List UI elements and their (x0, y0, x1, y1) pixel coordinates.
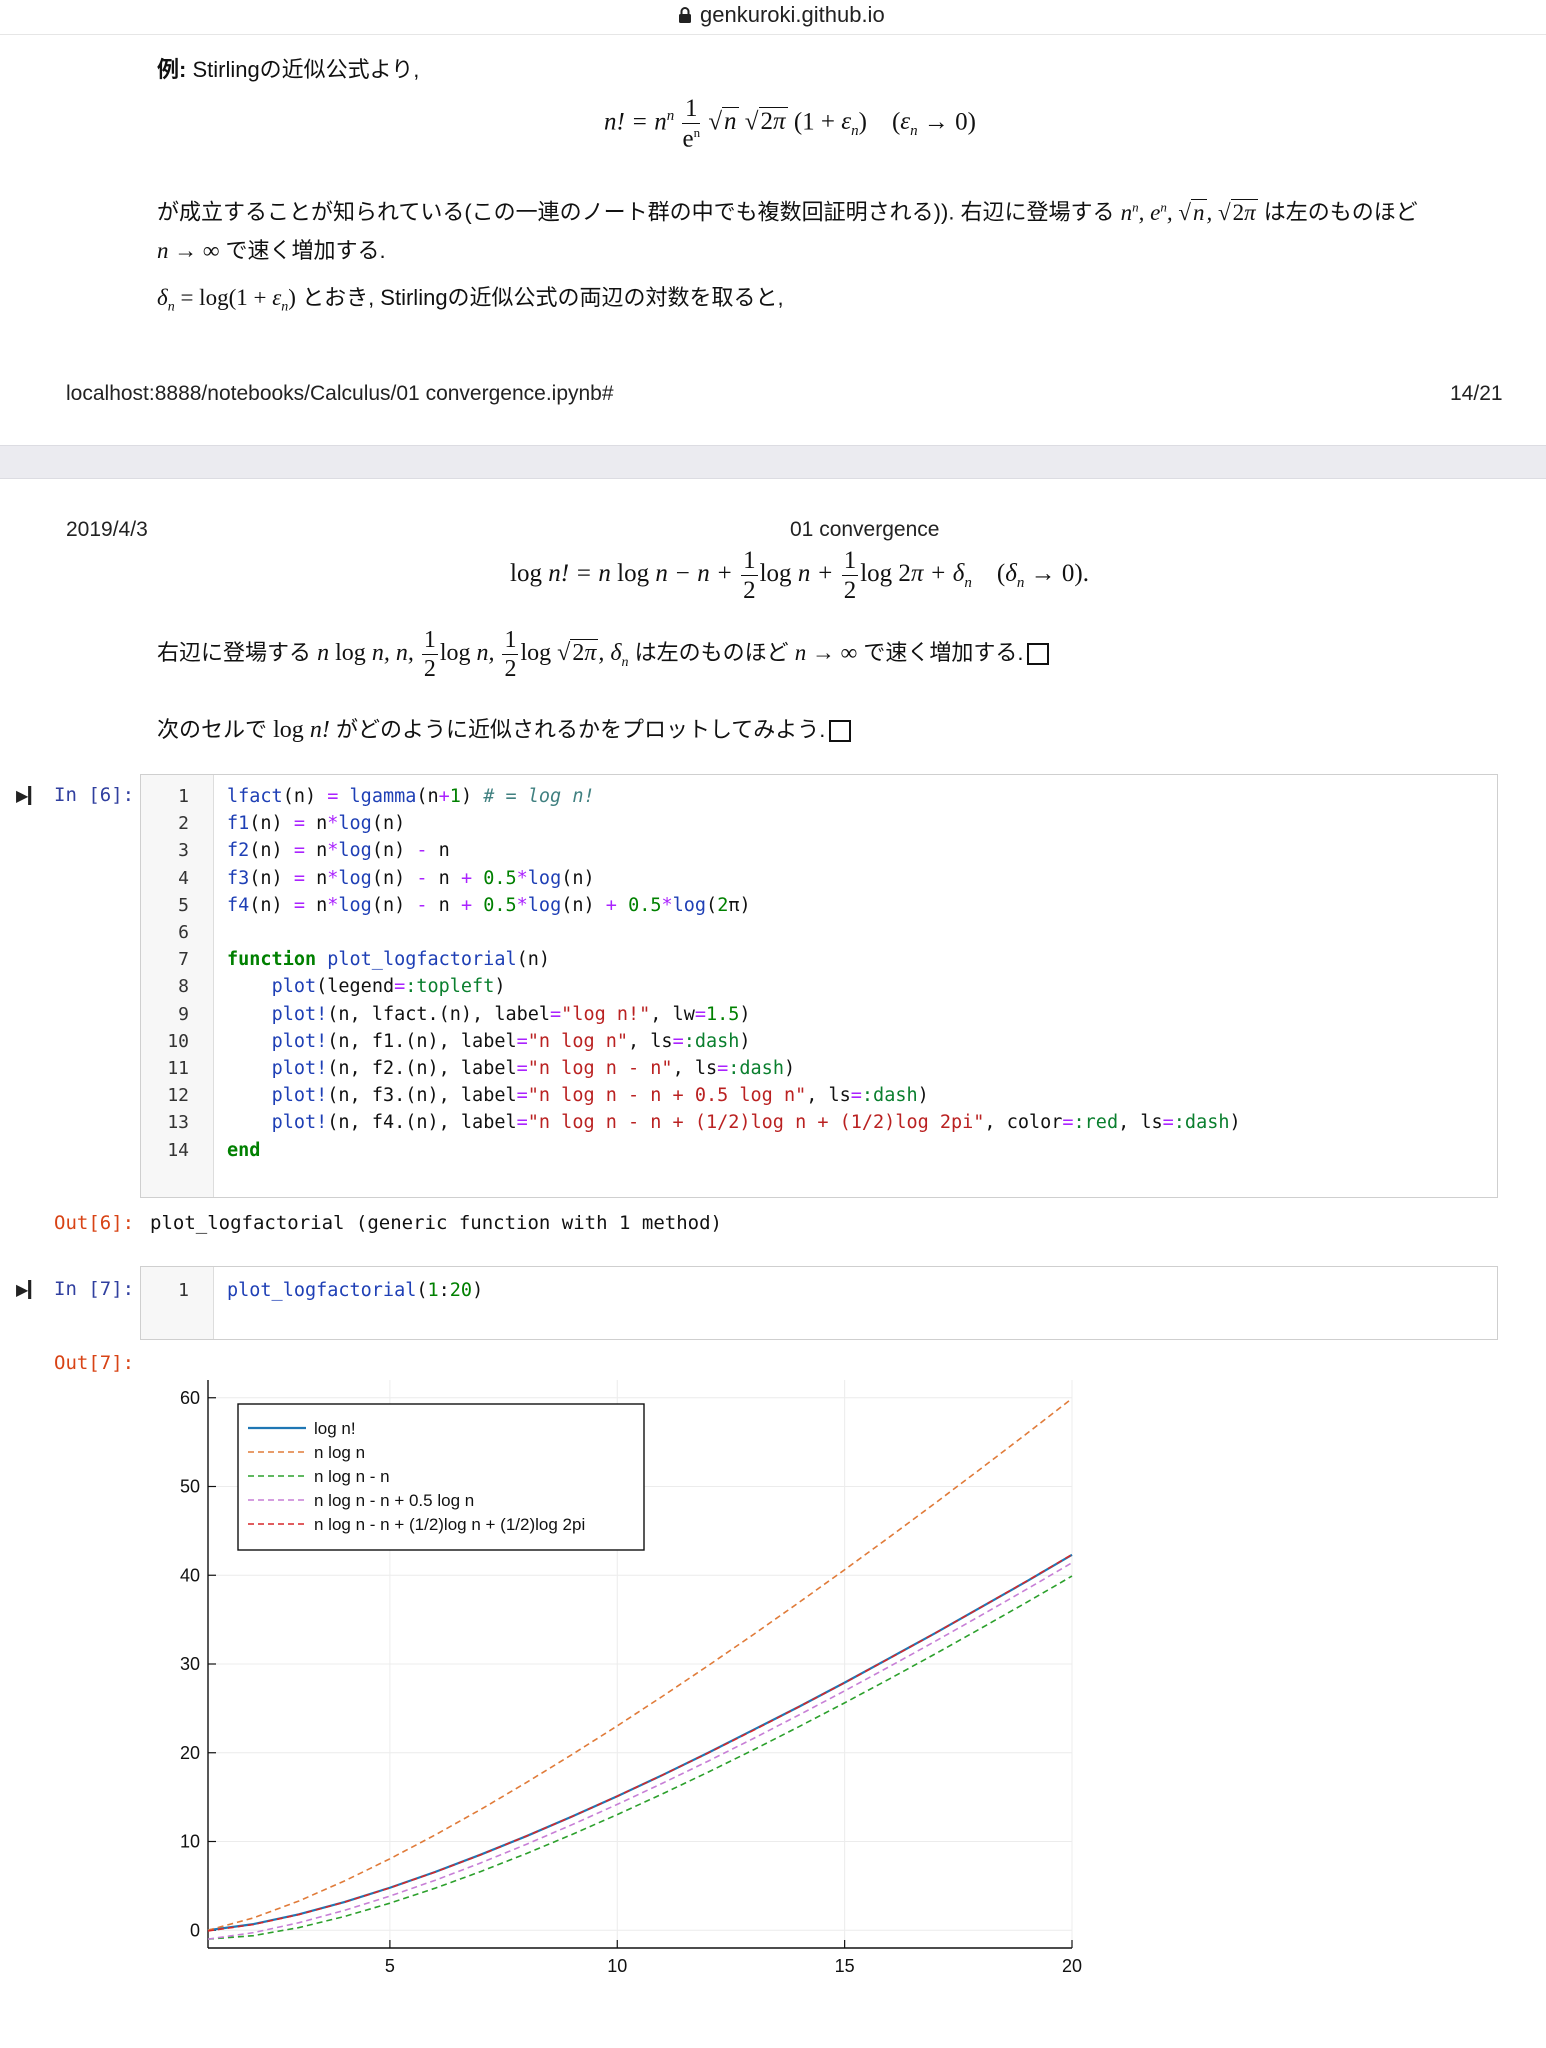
browser-url-bar[interactable]: genkuroki.github.io (0, 0, 1546, 35)
line-number: 8 (178, 976, 189, 998)
y-tick-label: 60 (180, 1388, 200, 1408)
page-separator (0, 445, 1546, 479)
y-tick-label: 40 (180, 1565, 200, 1585)
line-gutter-2: 1 (141, 1267, 214, 1339)
x-tick-label: 15 (835, 1956, 855, 1976)
line-number: 1 (178, 786, 189, 807)
line-number: 12 (167, 1085, 189, 1107)
footer-page-number: 14/21 (1450, 382, 1503, 405)
stirling-formula: n! = nn 1 en √n √2π (1 + εn) (εn → 0) (604, 95, 976, 153)
para-terms-tail2: で速く増加する. (863, 640, 1024, 666)
para-terms-tail: は左のものほど (634, 640, 789, 666)
series-line-1 (207, 1553, 1073, 1932)
code-text: lfact(n) = lgamma(n+1) # = log n! f1(n) … (227, 786, 1241, 1161)
series-line-4 (207, 1562, 1073, 1940)
line-number: 4 (178, 867, 189, 889)
y-tick-label: 20 (180, 1743, 200, 1763)
qed-box (1027, 643, 1050, 666)
header-title: 01 convergence (790, 518, 940, 541)
y-tick-label: 30 (180, 1654, 200, 1674)
x-tick-label: 10 (607, 1956, 627, 1976)
lock-icon (679, 7, 691, 23)
line-number: 11 (167, 1058, 189, 1080)
line-number: 13 (167, 1112, 189, 1134)
header-date: 2019/4/3 (66, 518, 148, 541)
line-number: 5 (178, 894, 189, 916)
line-number: 3 (178, 840, 189, 862)
line-number: 2 (178, 813, 189, 835)
run-cell-icon-2[interactable]: ▶▎ (16, 1280, 41, 1300)
para-terms-prefix: 右辺に登場する (157, 640, 312, 666)
legend-entry: n log n - n (314, 1467, 390, 1486)
run-cell-icon[interactable]: ▶▎ (16, 786, 41, 806)
line-number: 14 (167, 1139, 189, 1161)
series-line-5 (207, 1553, 1073, 1932)
cell-prompt-out7: Out[7]: (54, 1352, 135, 1374)
legend-entry: n log n (314, 1443, 365, 1462)
cell-prompt-in6: In [6]: (54, 784, 135, 806)
paragraph-delta: δn = log(1 + εn) とおき, Stirlingの近似公式の両辺の対… (157, 285, 784, 315)
para-text-line2: で速く増加する. (225, 237, 386, 263)
code-text-2: plot_logfactorial(1:20) (227, 1280, 484, 1301)
para-text-tail: は左のものほど (1263, 199, 1418, 225)
footer-url: localhost:8888/notebooks/Calculus/01 con… (66, 382, 614, 405)
legend-entry: log n! (314, 1419, 356, 1438)
cell-prompt-in7: In [7]: (54, 1278, 135, 1300)
cell-output-text: plot_logfactorial (generic function with… (150, 1212, 722, 1234)
y-tick-label: 50 (180, 1477, 200, 1497)
paragraph-growth: が成立することが知られている(この一連のノート群の中でも複数回証明される)). … (157, 198, 1418, 263)
line-number: 9 (178, 1003, 189, 1025)
qed-box-2 (829, 720, 852, 743)
code-cell-in7[interactable]: 1 plot_logfactorial(1:20) (140, 1266, 1498, 1340)
x-tick-label: 5 (385, 1956, 395, 1976)
y-tick-label: 0 (190, 1920, 200, 1940)
para-delta-text: とおき, Stirlingの近似公式の両辺の対数を取ると, (302, 285, 784, 310)
paragraph-plot-intro: 次のセルで log n! がどのように近似されるかをプロットしてみよう. (157, 712, 852, 744)
code-editor[interactable]: lfact(n) = lgamma(n+1) # = log n! f1(n) … (214, 775, 1497, 1197)
log-stirling-formula: log n! = n log n − n + 1 2 log n + 1 2 log 2… (510, 547, 1089, 604)
series-line-3 (207, 1575, 1073, 1940)
paragraph-terms: 右辺に登場する n log n, n, 1 2 log n, 1 2 log √2π, … (157, 628, 1050, 681)
line-gutter: 1 2 3 4 5 6 7 8 9 10 11 12 13 14 (141, 775, 214, 1197)
browser-url: genkuroki.github.io (700, 2, 885, 27)
cell-prompt-out6: Out[6]: (54, 1212, 135, 1234)
para-text: が成立することが知られている(この一連のノート群の中でも複数回証明される)). … (157, 199, 1115, 225)
code-editor-2[interactable]: plot_logfactorial(1:20) (214, 1267, 1497, 1339)
para-plot-tail: がどのように近似されるかをプロットしてみよう. (335, 717, 826, 742)
line-number: 7 (178, 949, 189, 971)
example-label: 例: (157, 57, 187, 82)
example-text: Stirlingの近似公式より, (186, 57, 420, 82)
x-tick-label: 20 (1062, 1956, 1082, 1976)
line-number: 10 (167, 1030, 189, 1052)
line-number: 6 (178, 922, 189, 944)
code-cell-in6[interactable]: 1 2 3 4 5 6 7 8 9 10 11 12 13 14 lfact(n) = lgamma(n+… (140, 774, 1498, 1198)
legend-entry: n log n - n + (1/2)log n + (1/2)log 2pi (314, 1515, 585, 1534)
log-factorial-plot: 0 10 20 30 40 50 60 5 10 15 20 log n! n log n n log n… (180, 1380, 1082, 1976)
line-number: 1 (178, 1280, 189, 1301)
para-plot-prefix: 次のセルで (157, 717, 268, 742)
legend-entry: n log n - n + 0.5 log n (314, 1491, 474, 1510)
y-tick-label: 10 (180, 1832, 200, 1852)
example-line: 例: Stirlingの近似公式より, (157, 52, 419, 84)
